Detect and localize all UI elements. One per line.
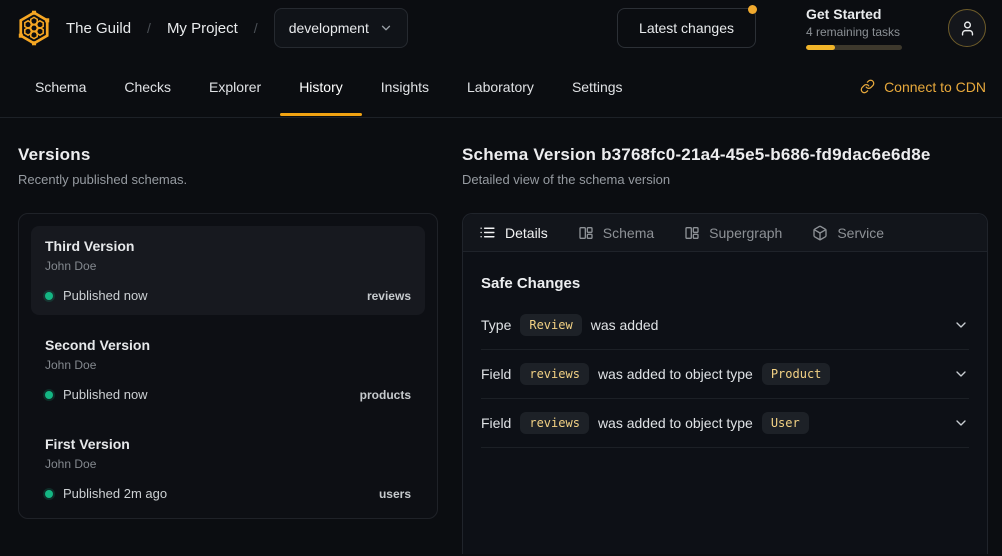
panels-icon [684, 225, 700, 241]
versions-list: Third Version John Doe Published now rev… [18, 213, 438, 519]
breadcrumb-org[interactable]: The Guild [66, 20, 131, 37]
version-detail-card: Details Schema Sup [462, 213, 988, 554]
notification-dot [748, 5, 757, 14]
change-row[interactable]: Field reviews was added to object type P… [481, 350, 969, 399]
tab-schema[interactable]: Schema [16, 56, 105, 117]
change-prefix: Field [481, 415, 511, 431]
get-started-subtitle: 4 remaining tasks [806, 25, 902, 39]
get-started-title: Get Started [806, 6, 902, 22]
versions-panel: Versions Recently published schemas. Thi… [0, 118, 462, 554]
service-name-label: products [360, 388, 411, 402]
service-name-label: users [379, 487, 411, 501]
detail-tab-label: Details [505, 225, 548, 241]
version-name: Third Version [45, 238, 411, 254]
version-list-item[interactable]: Third Version John Doe Published now rev… [31, 226, 425, 315]
versions-subtitle: Recently published schemas. [18, 172, 438, 187]
progress-fill [806, 45, 835, 50]
guild-logo-icon[interactable] [16, 10, 52, 46]
get-started-widget[interactable]: Get Started 4 remaining tasks [806, 6, 902, 50]
box-icon [812, 225, 828, 241]
tab-checks[interactable]: Checks [105, 56, 190, 117]
published-status-dot [45, 490, 53, 498]
change-code-badge: Review [520, 314, 581, 336]
change-code-badge: reviews [520, 412, 589, 434]
tab-explorer[interactable]: Explorer [190, 56, 280, 117]
published-label: Published 2m ago [63, 486, 167, 501]
version-detail-panel: Schema Version b3768fc0-21a4-45e5-b686-f… [462, 118, 1002, 554]
target-selector-dropdown[interactable]: development [274, 8, 408, 48]
user-avatar[interactable] [948, 9, 986, 47]
latest-changes-button[interactable]: Latest changes [617, 8, 756, 48]
version-list-item[interactable]: First Version John Doe Published 2m ago … [31, 424, 425, 513]
published-status-dot [45, 292, 53, 300]
change-suffix: was added to object type [598, 366, 753, 382]
change-code-badge: reviews [520, 363, 589, 385]
detail-tab-details[interactable]: Details [479, 224, 548, 241]
published-label: Published now [63, 288, 148, 303]
detail-tab-schema[interactable]: Schema [578, 225, 654, 241]
change-row[interactable]: Type Review was added [481, 301, 969, 350]
tab-history[interactable]: History [280, 56, 362, 117]
detail-tab-supergraph[interactable]: Supergraph [684, 225, 782, 241]
top-bar: The Guild / My Project / development Lat… [0, 0, 1002, 56]
change-code-badge: User [762, 412, 809, 434]
change-suffix: was added [591, 317, 659, 333]
chevron-down-icon [953, 366, 969, 382]
chevron-down-icon [953, 415, 969, 431]
breadcrumb-project[interactable]: My Project [167, 20, 238, 37]
detail-tab-label: Schema [603, 225, 654, 241]
breadcrumb-separator: / [147, 20, 151, 36]
version-detail-subtitle: Detailed view of the schema version [462, 172, 988, 187]
published-label: Published now [63, 387, 148, 402]
tab-settings[interactable]: Settings [553, 56, 642, 117]
get-started-progress-bar [806, 45, 902, 50]
version-author: John Doe [45, 457, 411, 471]
version-list-item[interactable]: Second Version John Doe Published now pr… [31, 325, 425, 414]
tab-insights[interactable]: Insights [362, 56, 448, 117]
service-name-label: reviews [367, 289, 411, 303]
chevron-down-icon [379, 21, 393, 35]
main-content: Versions Recently published schemas. Thi… [0, 118, 1002, 554]
version-author: John Doe [45, 358, 411, 372]
change-suffix: was added to object type [598, 415, 753, 431]
tab-laboratory[interactable]: Laboratory [448, 56, 553, 117]
panels-icon [578, 225, 594, 241]
versions-title: Versions [18, 145, 438, 165]
chevron-down-icon [953, 317, 969, 333]
link-icon [860, 79, 875, 94]
project-nav: Schema Checks Explorer History Insights … [0, 56, 1002, 118]
change-prefix: Type [481, 317, 511, 333]
safe-changes-heading: Safe Changes [481, 275, 969, 292]
version-detail-title: Schema Version b3768fc0-21a4-45e5-b686-f… [462, 145, 988, 165]
change-prefix: Field [481, 366, 511, 382]
change-code-badge: Product [762, 363, 831, 385]
connect-to-cdn-label: Connect to CDN [884, 79, 986, 95]
detail-tab-service[interactable]: Service [812, 225, 884, 241]
breadcrumb-separator: / [254, 20, 258, 36]
detail-tab-label: Supergraph [709, 225, 782, 241]
list-icon [479, 224, 496, 241]
latest-changes-label: Latest changes [639, 20, 734, 36]
user-icon [959, 20, 976, 37]
version-name: First Version [45, 436, 411, 452]
nav-tabs: Schema Checks Explorer History Insights … [16, 56, 642, 117]
breadcrumb: The Guild / My Project / development [66, 8, 408, 48]
version-name: Second Version [45, 337, 411, 353]
published-status-dot [45, 391, 53, 399]
change-row[interactable]: Field reviews was added to object type U… [481, 399, 969, 448]
connect-to-cdn-link[interactable]: Connect to CDN [860, 56, 986, 117]
target-selector-value: development [289, 20, 369, 36]
detail-body: Safe Changes Type Review was added Field… [463, 275, 987, 448]
detail-tabs: Details Schema Sup [463, 214, 987, 252]
version-author: John Doe [45, 259, 411, 273]
detail-tab-label: Service [837, 225, 884, 241]
